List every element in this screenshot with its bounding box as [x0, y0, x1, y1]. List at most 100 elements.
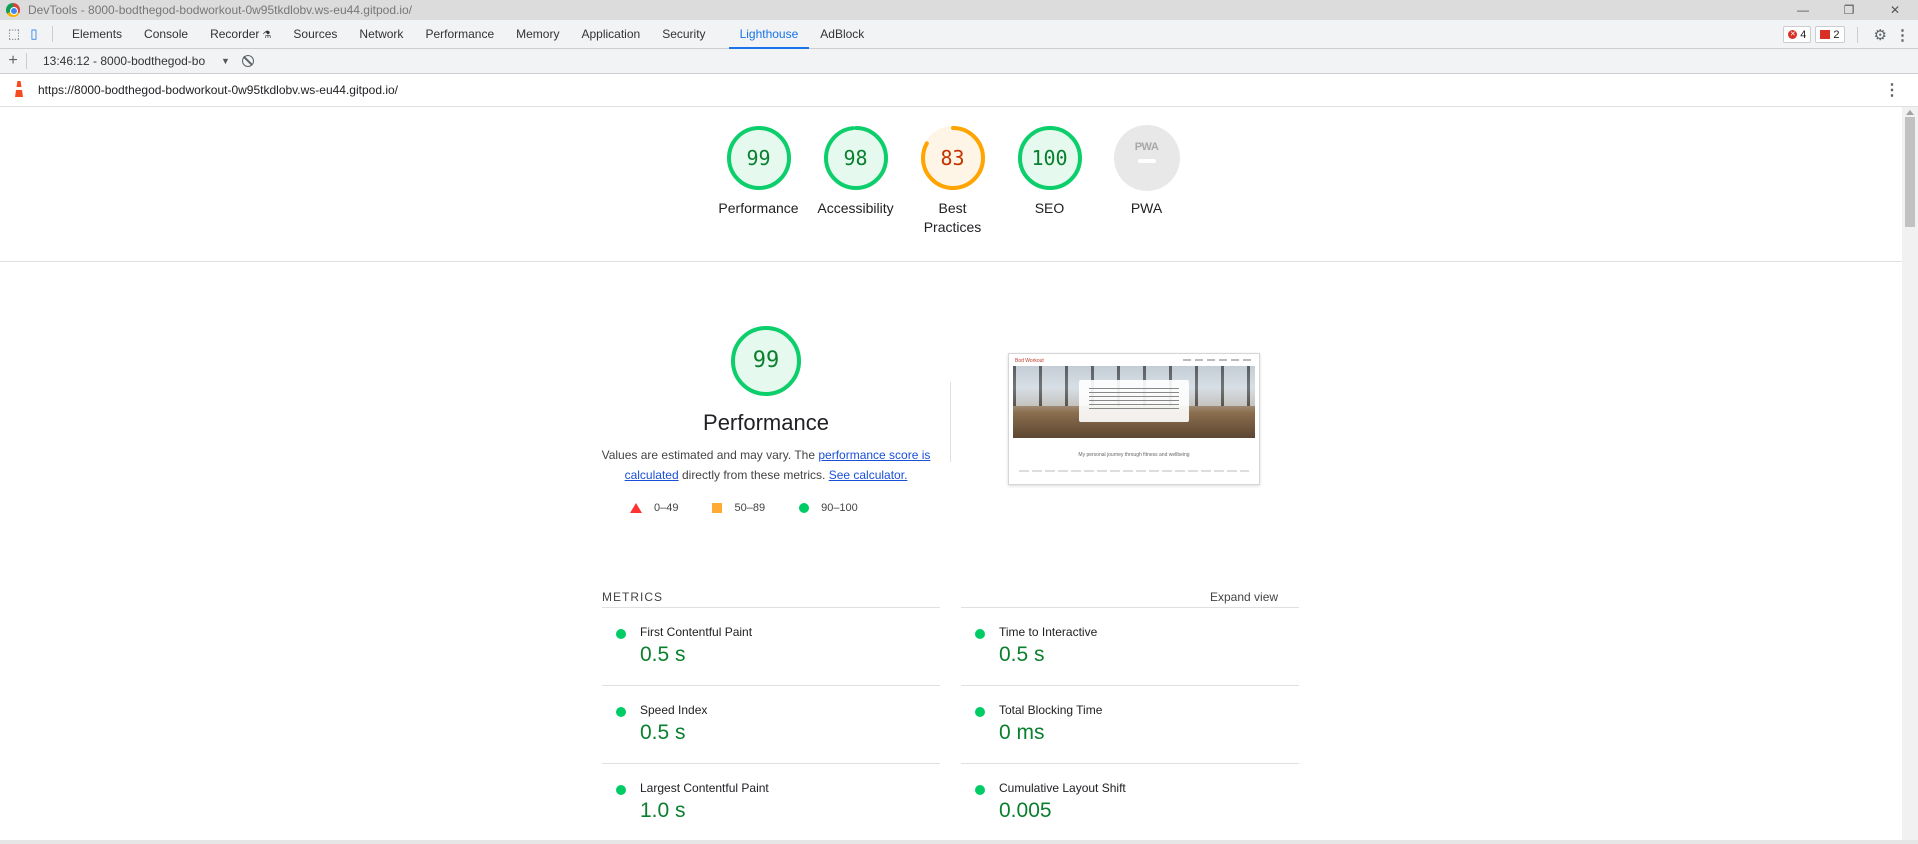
inspect-element-icon[interactable]: ⬚	[4, 24, 24, 44]
tab-console[interactable]: Console	[133, 20, 199, 49]
tab-security[interactable]: Security	[651, 20, 716, 49]
gauge-label: SEO	[1034, 200, 1065, 216]
metric-value: 0.005	[999, 799, 1052, 822]
lighthouse-toolbar: + 13:46:12 - 8000-bodthegod-bo ▼	[0, 49, 1918, 74]
tab-elements[interactable]: Elements	[61, 20, 133, 49]
window-controls: — ❐ ✕	[1780, 0, 1918, 20]
issues-icon	[1820, 30, 1831, 39]
pass-circle-icon	[975, 785, 985, 795]
errors-count: 4	[1800, 28, 1807, 41]
tab-lighthouse[interactable]: Lighthouse	[728, 20, 810, 49]
gauge-score: 100	[1031, 146, 1068, 170]
performance-score: 99	[752, 348, 780, 373]
metrics-header: METRICS	[602, 590, 663, 604]
metric-name: First Contentful Paint	[640, 625, 753, 639]
errors-badge[interactable]: ✕ 4	[1783, 26, 1812, 43]
performance-title: Performance	[703, 410, 829, 435]
tab-network[interactable]: Network	[348, 20, 414, 49]
tab-recorder[interactable]: Recorder ⚗	[199, 20, 282, 49]
chrome-icon	[6, 3, 20, 17]
tab-sources[interactable]: Sources	[282, 20, 348, 49]
metric-value: 0 ms	[999, 721, 1045, 744]
report-content: 99 Performance 98 Accessibility 83 Best Pract…	[0, 107, 1902, 840]
metric-name: Speed Index	[640, 703, 708, 717]
screenshot-brand: Bod Workout	[1015, 358, 1044, 364]
chevron-down-icon[interactable]: ▼	[221, 56, 230, 66]
restore-icon[interactable]: ❐	[1826, 0, 1872, 20]
screenshot-caption: My personal journey through fitness and …	[1078, 452, 1190, 458]
tab-application[interactable]: Application	[570, 20, 651, 49]
pwa-dash	[1137, 159, 1156, 163]
expand-view-toggle[interactable]: Expand view	[1210, 590, 1278, 604]
tab-performance[interactable]: Performance	[414, 20, 505, 49]
pass-circle-icon	[616, 707, 626, 717]
final-screenshot[interactable]: Bod Workout My personal journey through …	[1008, 353, 1260, 485]
pass-circle-icon	[616, 629, 626, 639]
legend-fail: 0–49	[630, 502, 678, 514]
desc-text: Values are estimated and may vary. The	[601, 448, 819, 462]
metrics-grid: First Contentful Paint 0.5 s Time to Inte…	[602, 607, 1299, 840]
gauge-ring: 100	[1017, 125, 1083, 191]
divider	[950, 382, 951, 462]
report-selector[interactable]: 13:46:12 - 8000-bodthegod-bo	[43, 54, 223, 68]
category-gauge[interactable]: 100 SEO	[1001, 125, 1098, 237]
tab-recorder-label: Recorder	[210, 26, 260, 41]
metric-name: Time to Interactive	[999, 625, 1098, 639]
see-calculator-link[interactable]: See calculator.	[829, 468, 908, 482]
category-gauge-pwa[interactable]: PWA PWA	[1098, 125, 1195, 237]
metric-name: Total Blocking Time	[999, 703, 1103, 717]
gauge-label: PWA	[1130, 200, 1163, 216]
gauge-score: 99	[746, 146, 771, 170]
screenshot-footer	[1019, 470, 1249, 472]
legend-average: 50–89	[712, 502, 765, 514]
tab-adblock[interactable]: AdBlock	[809, 20, 875, 49]
gauge-score: 83	[940, 146, 965, 170]
screenshot-nav	[1183, 359, 1253, 361]
issues-badge[interactable]: 2	[1815, 26, 1845, 43]
tab-memory[interactable]: Memory	[505, 20, 570, 49]
divider	[52, 26, 53, 42]
clear-reports-icon[interactable]	[241, 55, 254, 67]
score-legend: 0–49 50–89 90–100	[630, 502, 892, 514]
category-gauge[interactable]: 98 Accessibility	[807, 125, 904, 237]
window-title: DevTools - 8000-bodthegod-bodworkout-0w9…	[28, 3, 413, 17]
window-titlebar: DevTools - 8000-bodthegod-bodworkout-0w9…	[0, 0, 1918, 20]
device-toolbar-icon[interactable]: ▯	[24, 24, 44, 44]
metric-cumulative-layout-shift: Cumulative Layout Shift 0.005	[961, 763, 1299, 840]
average-square-icon	[712, 503, 723, 513]
gauge-ring: 83	[920, 125, 986, 191]
divider	[26, 53, 27, 69]
error-icon: ✕	[1788, 30, 1798, 39]
settings-gear-icon[interactable]: ⚙	[1874, 26, 1887, 44]
close-icon[interactable]: ✕	[1872, 0, 1918, 20]
report-menu-icon[interactable]: ⋮	[1884, 80, 1900, 100]
report-url-bar: https://8000-bodthegod-bodworkout-0w95tk…	[0, 74, 1918, 107]
metric-value: 1.0 s	[640, 799, 686, 822]
metric-value: 0.5 s	[640, 721, 686, 744]
minimize-icon[interactable]: —	[1780, 0, 1826, 20]
flask-icon: ⚗	[262, 29, 272, 41]
legend-label: 0–49	[654, 502, 679, 514]
metric-total-blocking-time: Total Blocking Time 0 ms	[961, 685, 1299, 763]
gauge-score: 98	[843, 146, 868, 170]
more-options-icon[interactable]: ⋮	[1895, 26, 1910, 44]
screenshot-hero-image	[1013, 366, 1255, 438]
bottom-border	[0, 840, 1918, 844]
gauge-label: Performance	[718, 200, 799, 216]
performance-description: Values are estimated and may vary. The p…	[596, 445, 936, 485]
gauge-label: Accessibility	[817, 200, 894, 216]
screenshot-hero-box	[1079, 380, 1189, 422]
metric-value: 0.5 s	[640, 643, 686, 666]
metric-speed-index: Speed Index 0.5 s	[602, 685, 940, 763]
new-report-plus-icon[interactable]: +	[0, 52, 26, 70]
legend-label: 50–89	[734, 502, 766, 514]
divider	[1856, 26, 1858, 43]
pass-circle-icon	[616, 785, 626, 795]
category-gauge[interactable]: 83 Best Practices	[904, 125, 1001, 237]
scrollbar-thumb[interactable]	[1905, 117, 1915, 227]
category-gauge[interactable]: 99 Performance	[710, 125, 807, 237]
divider	[0, 261, 1902, 262]
scroll-up-arrow-icon[interactable]	[1906, 110, 1914, 115]
fail-triangle-icon	[630, 503, 642, 513]
report-url[interactable]: https://8000-bodthegod-bodworkout-0w95tk…	[38, 83, 398, 97]
